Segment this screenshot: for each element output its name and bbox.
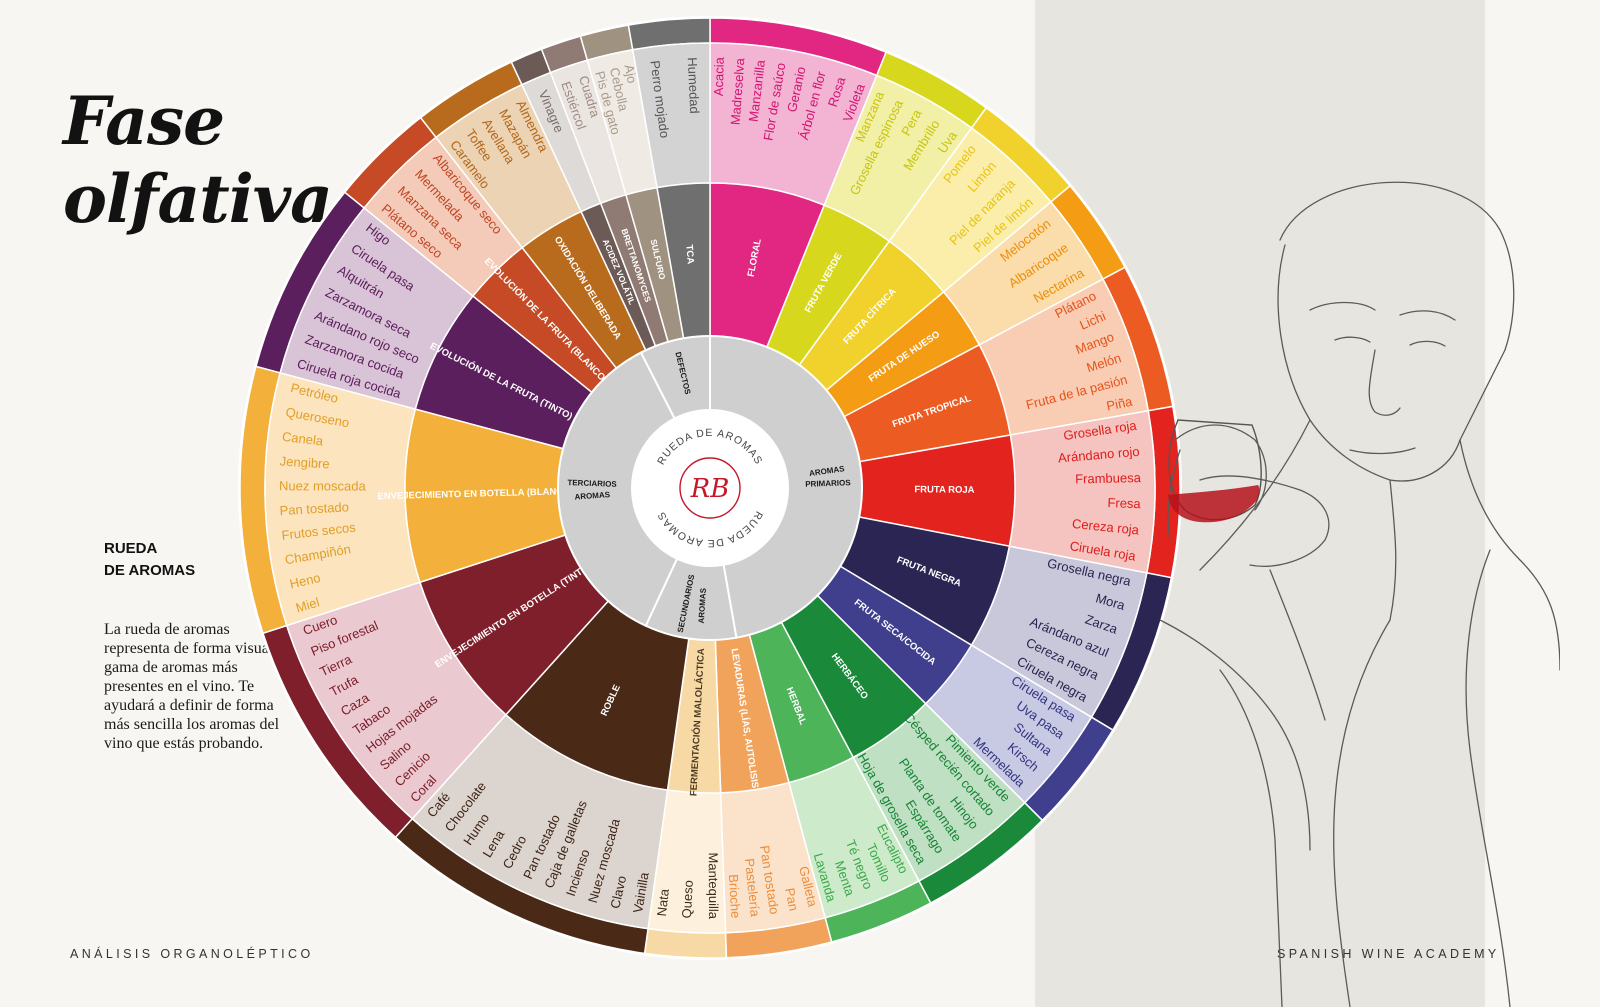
aroma-item: Brioche [726,874,744,919]
face-outline [1277,244,1461,482]
group-label: PRIMARIOS [805,478,851,489]
category-label-fruta-roja: FRUTA ROJA [914,484,974,496]
aroma-item: Fresa [1107,495,1142,511]
aroma-item: Queso [679,880,696,919]
aroma-item: Frambuesa [1075,470,1142,486]
aroma-item: Mantequilla [706,852,721,919]
aroma-item: Jengibre [279,454,330,472]
aroma-item: Nata [654,887,672,917]
person-sketch-illustration [1160,181,1560,1007]
aroma-item: Humedad [685,57,702,114]
group-label: TERCIARIOS [567,478,617,489]
aroma-item: Nuez moscada [279,478,367,493]
brand-logo: RB [690,474,730,504]
category-label-tca: TCA [683,244,696,265]
aroma-item: Acacia [711,56,727,96]
hair-outline [1279,181,1515,351]
